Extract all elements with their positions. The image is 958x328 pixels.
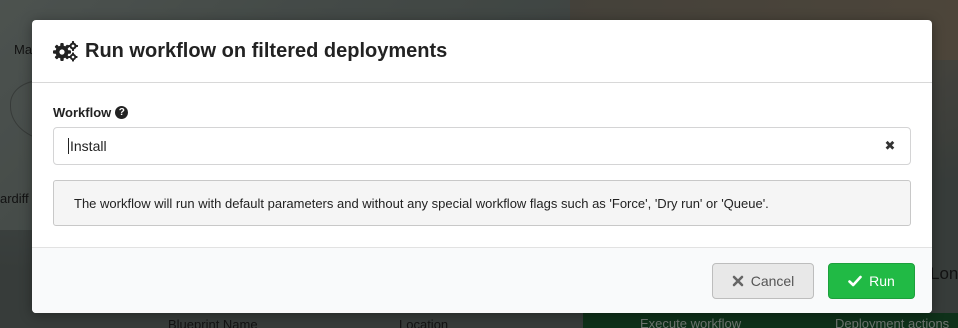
info-message-text: The workflow will run with default param…	[74, 195, 769, 211]
cancel-icon	[732, 275, 744, 286]
modal-body: Workflow ? Install ✖ The workflow will r…	[32, 83, 932, 247]
cancel-button-label: Cancel	[750, 272, 795, 289]
run-button[interactable]: Run	[828, 262, 915, 299]
workflow-dropdown-value: Install	[70, 138, 107, 154]
info-message: The workflow will run with default param…	[53, 180, 911, 226]
question-circle-icon[interactable]: ?	[115, 105, 129, 119]
close-icon[interactable]: ✖	[884, 138, 896, 154]
workflow-dropdown[interactable]: Install ✖	[53, 127, 911, 165]
workflow-field-label: Workflow ?	[53, 104, 911, 120]
run-button-label: Run	[869, 272, 895, 289]
workflow-label-text: Workflow	[53, 104, 112, 120]
run-workflow-modal: Run workflow on filtered deployments Wor…	[32, 20, 932, 313]
modal-title: Run workflow on filtered deployments	[85, 39, 448, 62]
modal-actions: Cancel Run	[32, 247, 932, 313]
modal-header: Run workflow on filtered deployments	[32, 20, 932, 83]
cancel-button[interactable]: Cancel	[712, 262, 814, 299]
checkmark-icon	[848, 275, 862, 286]
text-cursor	[68, 138, 69, 154]
cogs-icon	[53, 41, 78, 62]
